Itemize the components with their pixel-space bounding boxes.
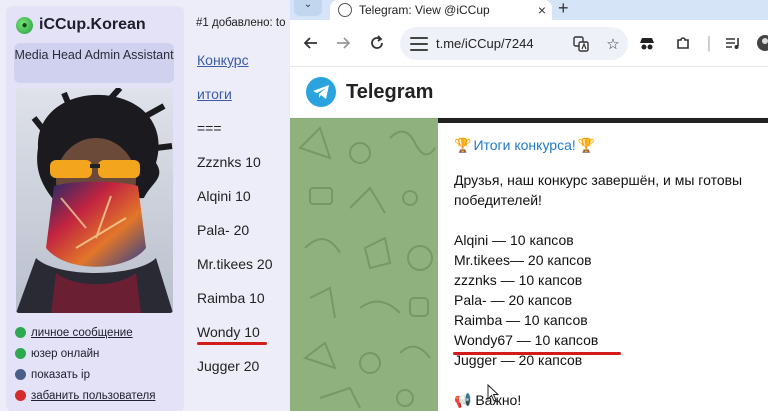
avatar-image	[16, 88, 173, 313]
user-action-3[interactable]: забанить пользователя	[15, 385, 183, 406]
arrow-left-icon	[303, 37, 317, 49]
trophy-icon: 🏆	[577, 136, 596, 153]
reload-button[interactable]	[366, 32, 388, 54]
trophy-icon: 🏆	[454, 136, 472, 153]
post-line: ===	[197, 120, 222, 136]
site-info-icon[interactable]	[410, 36, 428, 51]
message-media-edge	[438, 118, 768, 123]
ip-icon	[15, 369, 26, 380]
winner-line: zzznks — 10 капсов	[454, 272, 583, 288]
tab-search-button[interactable]: ⌄	[294, 0, 322, 16]
user-action-2[interactable]: показать ip	[15, 364, 183, 385]
post-line: Pala- 20	[197, 222, 250, 238]
chevron-down-icon: ⌄	[303, 0, 313, 10]
ban-icon	[15, 390, 26, 401]
post-line: Raimba 10	[197, 290, 265, 306]
close-tab-button[interactable]: ×	[532, 2, 552, 18]
post-line: Jugger 20	[197, 358, 260, 374]
tab-title: Telegram: View @iCCup	[359, 3, 490, 17]
winner-line: Pala- — 20 капсов	[454, 292, 573, 308]
translate-icon[interactable]	[572, 35, 590, 53]
tab-telegram[interactable]: Telegram: View @iCCup ×	[330, 0, 552, 20]
forum-post: ● iCCup.Korean Media Head Admin Assistan…	[0, 0, 290, 411]
profile-avatar-icon	[757, 35, 768, 51]
user-action-4[interactable]: интерфейс удаления постов	[15, 406, 183, 411]
winner-line: Mr.tikees— 20 капсов	[454, 252, 592, 268]
post-line: Mr.tikees 20	[197, 256, 273, 272]
media-controls-button[interactable]	[722, 32, 744, 54]
forward-button[interactable]	[332, 32, 354, 54]
user-action-0[interactable]: личное сообщение	[15, 322, 183, 343]
post-header: #1 добавлено: to	[196, 17, 286, 29]
arrow-right-icon	[337, 37, 351, 49]
post-line: Wondy 10	[197, 324, 260, 340]
toolbar-divider: |	[706, 33, 712, 52]
user-actions: личное сообщение юзер онлайн показать ip за…	[15, 322, 183, 411]
extension-button[interactable]	[636, 32, 658, 54]
profile-button[interactable]	[754, 32, 768, 54]
user-action-label: юзер онлайн	[31, 347, 100, 360]
highlight-underline	[197, 342, 267, 345]
user-action-label: забанить пользователя	[31, 389, 156, 402]
avatar	[16, 88, 173, 313]
message-title-text: Итоги конкурса!	[473, 137, 576, 153]
message-title[interactable]: 🏆 Итоги конкурса! 🏆	[454, 132, 768, 158]
playlist-icon	[726, 38, 739, 49]
user-action-label: показать ip	[31, 368, 90, 381]
post-link[interactable]: итоги	[197, 82, 287, 116]
telegram-logo-icon[interactable]	[306, 77, 336, 107]
user-action-label: личное сообщение	[31, 326, 133, 339]
megaphone-icon: 📢	[454, 392, 472, 408]
back-button[interactable]	[300, 32, 322, 54]
message-bubble: 🏆 Итоги конкурса! 🏆 Друзья, наш конкурс …	[438, 118, 768, 411]
star-icon[interactable]: ☆	[604, 35, 622, 53]
browser-window: ⌄ Telegram: View @iCCup × + t.me/iCCup/7…	[290, 0, 768, 411]
address-bar[interactable]: t.me/iCCup/7244 ☆	[400, 27, 628, 60]
message-intro-2: победителей!	[454, 192, 542, 208]
url-text[interactable]: t.me/iCCup/7244	[436, 36, 564, 51]
tab-strip: ⌄ Telegram: View @iCCup × +	[290, 0, 768, 20]
highlight-underline	[453, 352, 621, 355]
important-note: 📢 Важно!	[454, 390, 768, 410]
winner-line: Wondy67 — 10 капсов	[454, 332, 599, 348]
extensions-button[interactable]	[672, 32, 694, 54]
winners-list: Alqini — 10 капсов Mr.tikees— 20 капсов zz…	[454, 230, 768, 370]
username[interactable]: iCCup.Korean	[39, 16, 146, 34]
incognito-icon	[640, 38, 654, 50]
mouse-cursor-icon	[487, 384, 499, 402]
winner-line: Raimba — 10 капсов	[454, 312, 588, 328]
browser-toolbar: t.me/iCCup/7244 ☆ |	[290, 20, 768, 67]
puzzle-icon	[677, 37, 689, 49]
winner-line: Alqini — 10 капсов	[454, 232, 574, 248]
message-intro-1: Друзья, наш конкурс завершён, и мы готов…	[454, 172, 743, 188]
online-status-icon: ●	[16, 16, 33, 34]
telegram-title[interactable]: Telegram	[346, 81, 433, 104]
post-body: Конкурс итоги === Zzznks 10 Alqini 10 Pala- 2…	[197, 48, 287, 388]
user-action-1[interactable]: юзер онлайн	[15, 343, 183, 364]
telegram-header: Telegram	[290, 67, 768, 117]
globe-icon	[338, 3, 352, 17]
online-icon	[15, 348, 26, 359]
reload-icon	[371, 35, 383, 49]
post-link[interactable]: Конкурс	[197, 48, 287, 82]
user-role-badge: Media Head Admin Assistant	[14, 43, 174, 83]
post-line: Alqini 10	[197, 188, 251, 204]
message-icon	[15, 327, 26, 338]
new-tab-button[interactable]: +	[558, 0, 569, 19]
post-line: Zzznks 10	[197, 154, 261, 170]
user-header: ● iCCup.Korean	[16, 16, 146, 34]
